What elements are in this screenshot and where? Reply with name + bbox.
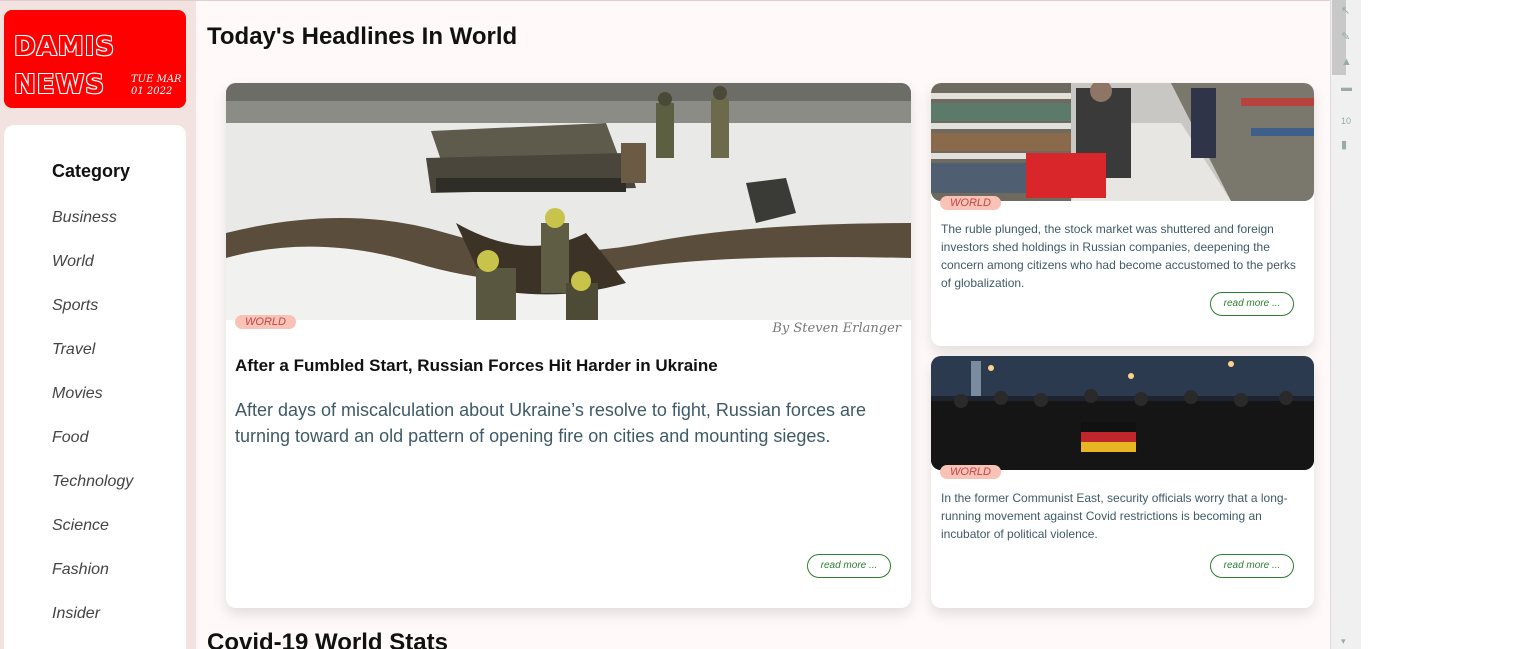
side-article-card-1[interactable]: WORLD The ruble plunged, the stock marke… — [931, 83, 1314, 346]
eraser-icon[interactable]: ▲ — [1341, 56, 1353, 68]
snow-scene-image — [226, 83, 911, 320]
highlighter-icon[interactable]: ▬ — [1341, 82, 1353, 94]
brand-name-line1: DAMIS — [14, 32, 115, 62]
scrollbar[interactable]: ↖ ✎ ▲ ▬ 10 ▮ ▾ — [1330, 0, 1361, 649]
featured-summary: After days of miscalculation about Ukrai… — [235, 400, 866, 446]
side-article-2-read-more-button[interactable]: read more ... — [1210, 554, 1294, 578]
font-size-value[interactable]: 10 — [1341, 116, 1353, 128]
featured-read-more-button[interactable]: read more ... — [807, 554, 891, 578]
covid-stats-heading: Covid-19 World Stats — [207, 629, 448, 649]
brand-logo[interactable]: DAMIS NEWS TUE MAR 01 2022 — [4, 10, 186, 108]
brand-name-line2: NEWS — [14, 70, 105, 100]
category-item-world[interactable]: World — [52, 253, 94, 271]
brand-date-line1: TUE MAR — [131, 74, 182, 85]
category-sidebar: Category Business World Sports Travel Mo… — [4, 125, 186, 649]
page: DAMIS NEWS TUE MAR 01 2022 Category Busi… — [0, 0, 1330, 649]
main-content: Today's Headlines In World WORLD By Stev… — [196, 1, 1330, 649]
featured-article-card[interactable]: WORLD By Steven Erlanger After a Fumbled… — [226, 83, 911, 608]
category-item-science[interactable]: Science — [52, 517, 109, 535]
featured-article-image[interactable] — [226, 83, 911, 320]
brand-date-line2: 01 2022 — [131, 86, 173, 97]
supermarket-image — [931, 83, 1314, 201]
side-article-2-image[interactable] — [931, 356, 1314, 470]
side-article-1-badge: WORLD — [940, 196, 1001, 210]
color-swatch-icon[interactable]: ▮ — [1341, 138, 1353, 151]
section-heading: Today's Headlines In World — [207, 23, 518, 50]
side-article-1-read-more-button[interactable]: read more ... — [1210, 292, 1294, 316]
cursor-icon[interactable]: ↖ — [1341, 4, 1353, 17]
featured-byline: By Steven Erlanger — [772, 321, 901, 336]
side-article-card-2[interactable]: WORLD In the former Communist East, secu… — [931, 356, 1314, 608]
category-item-insider[interactable]: Insider — [52, 605, 100, 623]
category-item-movies[interactable]: Movies — [52, 385, 103, 403]
category-item-food[interactable]: Food — [52, 429, 88, 447]
scroll-down-icon[interactable]: ▾ — [1341, 636, 1353, 648]
category-item-fashion[interactable]: Fashion — [52, 561, 109, 579]
category-item-sports[interactable]: Sports — [52, 297, 98, 315]
category-title: Category — [52, 161, 131, 181]
side-article-2-summary: In the former Communist East, security o… — [941, 491, 1288, 541]
side-article-2-badge: WORLD — [940, 465, 1001, 479]
side-article-1-image[interactable] — [931, 83, 1314, 201]
featured-title[interactable]: After a Fumbled Start, Russian Forces Hi… — [235, 356, 718, 376]
brand-date: TUE MAR 01 2022 — [131, 74, 186, 98]
category-item-technology[interactable]: Technology — [52, 473, 133, 491]
category-item-travel[interactable]: Travel — [52, 341, 95, 359]
featured-badge: WORLD — [235, 315, 296, 329]
night-protest-image — [931, 356, 1314, 470]
category-item-business[interactable]: Business — [52, 209, 117, 227]
side-article-1-summary: The ruble plunged, the stock market was … — [941, 222, 1296, 290]
pencil-icon[interactable]: ✎ — [1341, 30, 1353, 43]
